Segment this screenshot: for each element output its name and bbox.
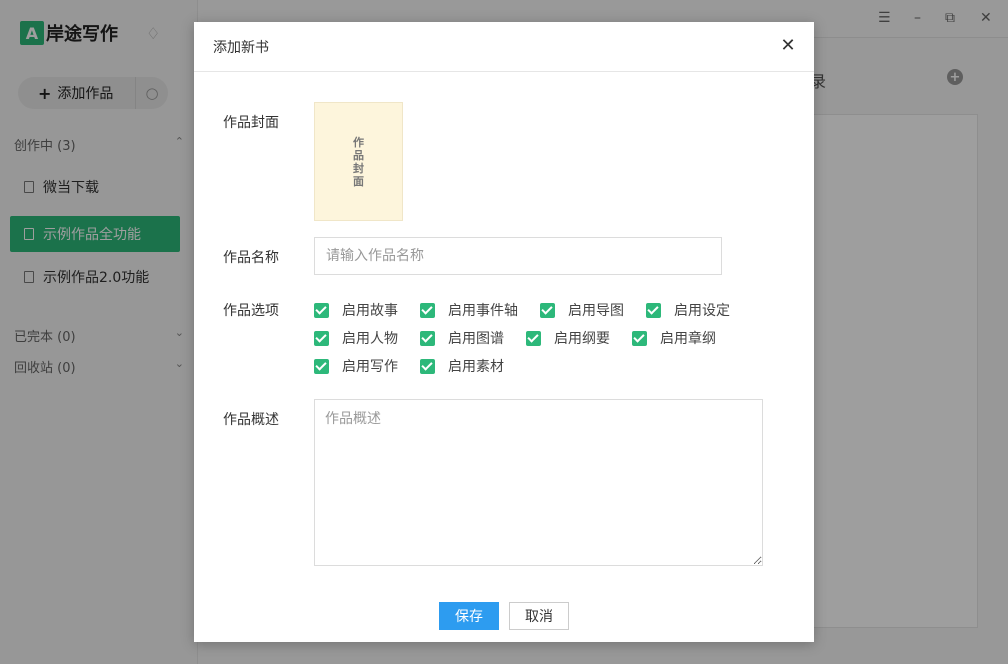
option-label: 启用人物 [342, 331, 398, 347]
checkbox-checked-icon[interactable] [526, 330, 541, 346]
option-label: 启用写作 [342, 359, 398, 375]
option-label: 启用章纲 [660, 331, 716, 347]
name-label: 作品名称 [223, 250, 279, 266]
checkbox-checked-icon[interactable] [314, 358, 329, 374]
cancel-button[interactable]: 取消 [509, 602, 569, 630]
checkbox-checked-icon[interactable] [646, 302, 661, 318]
checkbox-checked-icon[interactable] [314, 302, 329, 318]
cover-placeholder[interactable]: 作品封面 [314, 102, 403, 221]
checkbox-checked-icon[interactable] [540, 302, 555, 318]
checkbox-checked-icon[interactable] [314, 330, 329, 346]
cover-label: 作品封面 [223, 115, 279, 131]
option-label: 启用图谱 [448, 331, 504, 347]
option-settings[interactable]: 启用设定 [646, 300, 730, 320]
option-label: 启用故事 [342, 303, 398, 319]
checkbox-checked-icon[interactable] [420, 358, 435, 374]
checkbox-checked-icon[interactable] [420, 330, 435, 346]
option-writing[interactable]: 启用写作 [314, 356, 398, 376]
options-label: 作品选项 [223, 303, 279, 319]
option-label: 启用素材 [448, 359, 504, 375]
option-timeline[interactable]: 启用事件轴 [420, 300, 518, 320]
close-icon[interactable]: ✕ [778, 36, 798, 56]
option-graph[interactable]: 启用图谱 [420, 328, 504, 348]
dialog-header: 添加新书 [194, 22, 814, 72]
desc-label: 作品概述 [223, 412, 279, 428]
option-label: 启用导图 [568, 303, 624, 319]
add-book-dialog: 添加新书 ✕ 作品封面 作品封面 作品名称 作品选项 启用故事 启用事件轴 启用… [194, 22, 814, 642]
option-label: 启用事件轴 [448, 303, 518, 319]
checkbox-checked-icon[interactable] [420, 302, 435, 318]
option-chapter-outline[interactable]: 启用章纲 [632, 328, 716, 348]
option-label: 启用纲要 [554, 331, 610, 347]
option-label: 启用设定 [674, 303, 730, 319]
option-materials[interactable]: 启用素材 [420, 356, 504, 376]
work-description-textarea[interactable] [314, 399, 763, 566]
save-button[interactable]: 保存 [439, 602, 499, 630]
cover-text: 作品封面 [353, 135, 364, 188]
option-characters[interactable]: 启用人物 [314, 328, 398, 348]
option-story[interactable]: 启用故事 [314, 300, 398, 320]
checkbox-checked-icon[interactable] [632, 330, 647, 346]
work-name-input[interactable] [314, 237, 722, 275]
option-mindmap[interactable]: 启用导图 [540, 300, 624, 320]
option-outline[interactable]: 启用纲要 [526, 328, 610, 348]
dialog-title: 添加新书 [213, 39, 269, 56]
